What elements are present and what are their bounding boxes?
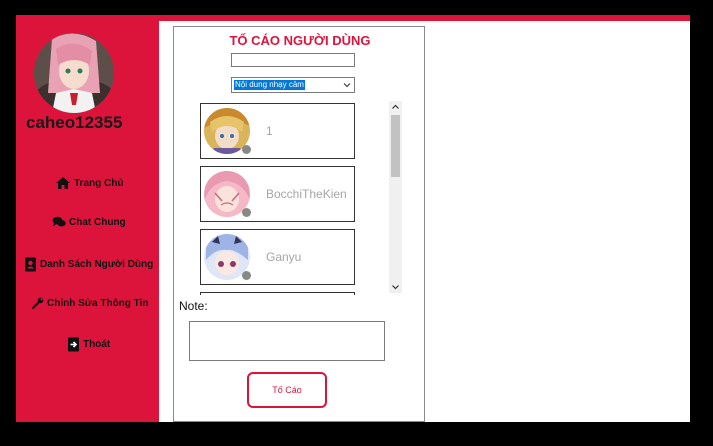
report-submit-button[interactable]: Tố Cáo	[247, 372, 327, 408]
status-dot	[242, 208, 251, 217]
nav-logout-label: Thoát	[83, 339, 111, 350]
user-card[interactable]: 1	[200, 103, 355, 159]
user-card[interactable]: Ganyu	[200, 229, 355, 285]
app-window: caheo12355 Trang Chủ Chat Chung Danh Sác…	[16, 15, 690, 422]
home-icon	[56, 177, 70, 189]
nav-home[interactable]: Trang Chủ	[55, 176, 123, 190]
nav-chat[interactable]: Chat Chung	[52, 216, 126, 228]
user-name: Ganyu	[266, 250, 302, 264]
chevron-down-icon	[343, 83, 351, 88]
sidebar: caheo12355 Trang Chủ Chat Chung Danh Sác…	[16, 15, 159, 422]
user-name: BocchiTheKien	[266, 187, 347, 201]
wrench-icon	[32, 297, 44, 309]
nav-user-list-label: Danh Sách Người Dùng	[40, 259, 154, 270]
username-label: caheo12355	[26, 113, 123, 132]
nav-edit-profile[interactable]: Chỉnh Sửa Thông Tin	[32, 297, 149, 309]
contacts-icon	[25, 257, 36, 272]
scroll-down-icon[interactable]	[389, 281, 402, 293]
nav-edit-profile-label: Chỉnh Sửa Thông Tin	[47, 297, 149, 309]
note-textarea[interactable]	[189, 321, 385, 361]
nav-user-list[interactable]: Danh Sách Người Dùng	[24, 257, 153, 272]
nav-home-label: Trang Chủ	[74, 177, 124, 189]
user-search-input[interactable]	[231, 53, 355, 67]
status-dot	[242, 271, 251, 280]
nav-chat-label: Chat Chung	[69, 216, 126, 228]
user-card[interactable]	[200, 292, 355, 295]
note-label: Note:	[179, 299, 208, 313]
nav-logout[interactable]: Thoát	[67, 337, 110, 352]
user-list[interactable]: 1 BocchiTheKien Ganyu	[200, 103, 358, 295]
page-title: TỐ CÁO NGƯỜI DÙNG	[229, 33, 371, 48]
user-list-scrollbar[interactable]	[389, 101, 402, 293]
status-dot	[242, 145, 251, 154]
report-panel: TỐ CÁO NGƯỜI DÙNG Nội dung nhạy cảm 1 Bo…	[173, 26, 425, 422]
reason-select[interactable]: Nội dung nhạy cảm	[231, 77, 355, 93]
chat-icon	[52, 216, 66, 227]
reason-select-value: Nội dung nhạy cảm	[234, 80, 305, 90]
logout-icon	[68, 337, 79, 352]
scroll-thumb[interactable]	[391, 115, 400, 177]
profile-avatar[interactable]	[34, 33, 114, 113]
user-card[interactable]: BocchiTheKien	[200, 166, 355, 222]
scroll-up-icon[interactable]	[389, 101, 402, 113]
user-name: 1	[266, 124, 273, 138]
